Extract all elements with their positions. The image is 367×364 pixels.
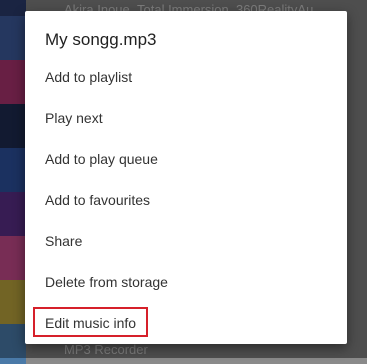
song-context-menu: My songg.mp3 Add to playlist Play next A… (25, 11, 347, 344)
highlight-box (33, 307, 148, 337)
menu-item-add-to-playlist[interactable]: Add to playlist (25, 57, 347, 98)
menu-item-label: Play next (45, 110, 103, 126)
menu-item-label: Delete from storage (45, 274, 168, 290)
menu-item-label: Add to play queue (45, 151, 158, 167)
menu-item-add-to-favourites[interactable]: Add to favourites (25, 180, 347, 221)
menu-item-play-next[interactable]: Play next (25, 98, 347, 139)
dialog-title: My songg.mp3 (45, 30, 157, 49)
menu-item-share[interactable]: Share (25, 221, 347, 262)
menu-item-label: Add to playlist (45, 69, 133, 85)
menu-item-add-to-play-queue[interactable]: Add to play queue (25, 139, 347, 180)
menu-item-label: Share (45, 233, 83, 249)
menu-item-delete-from-storage[interactable]: Delete from storage (25, 262, 347, 303)
menu-item-label: Add to favourites (45, 192, 151, 208)
